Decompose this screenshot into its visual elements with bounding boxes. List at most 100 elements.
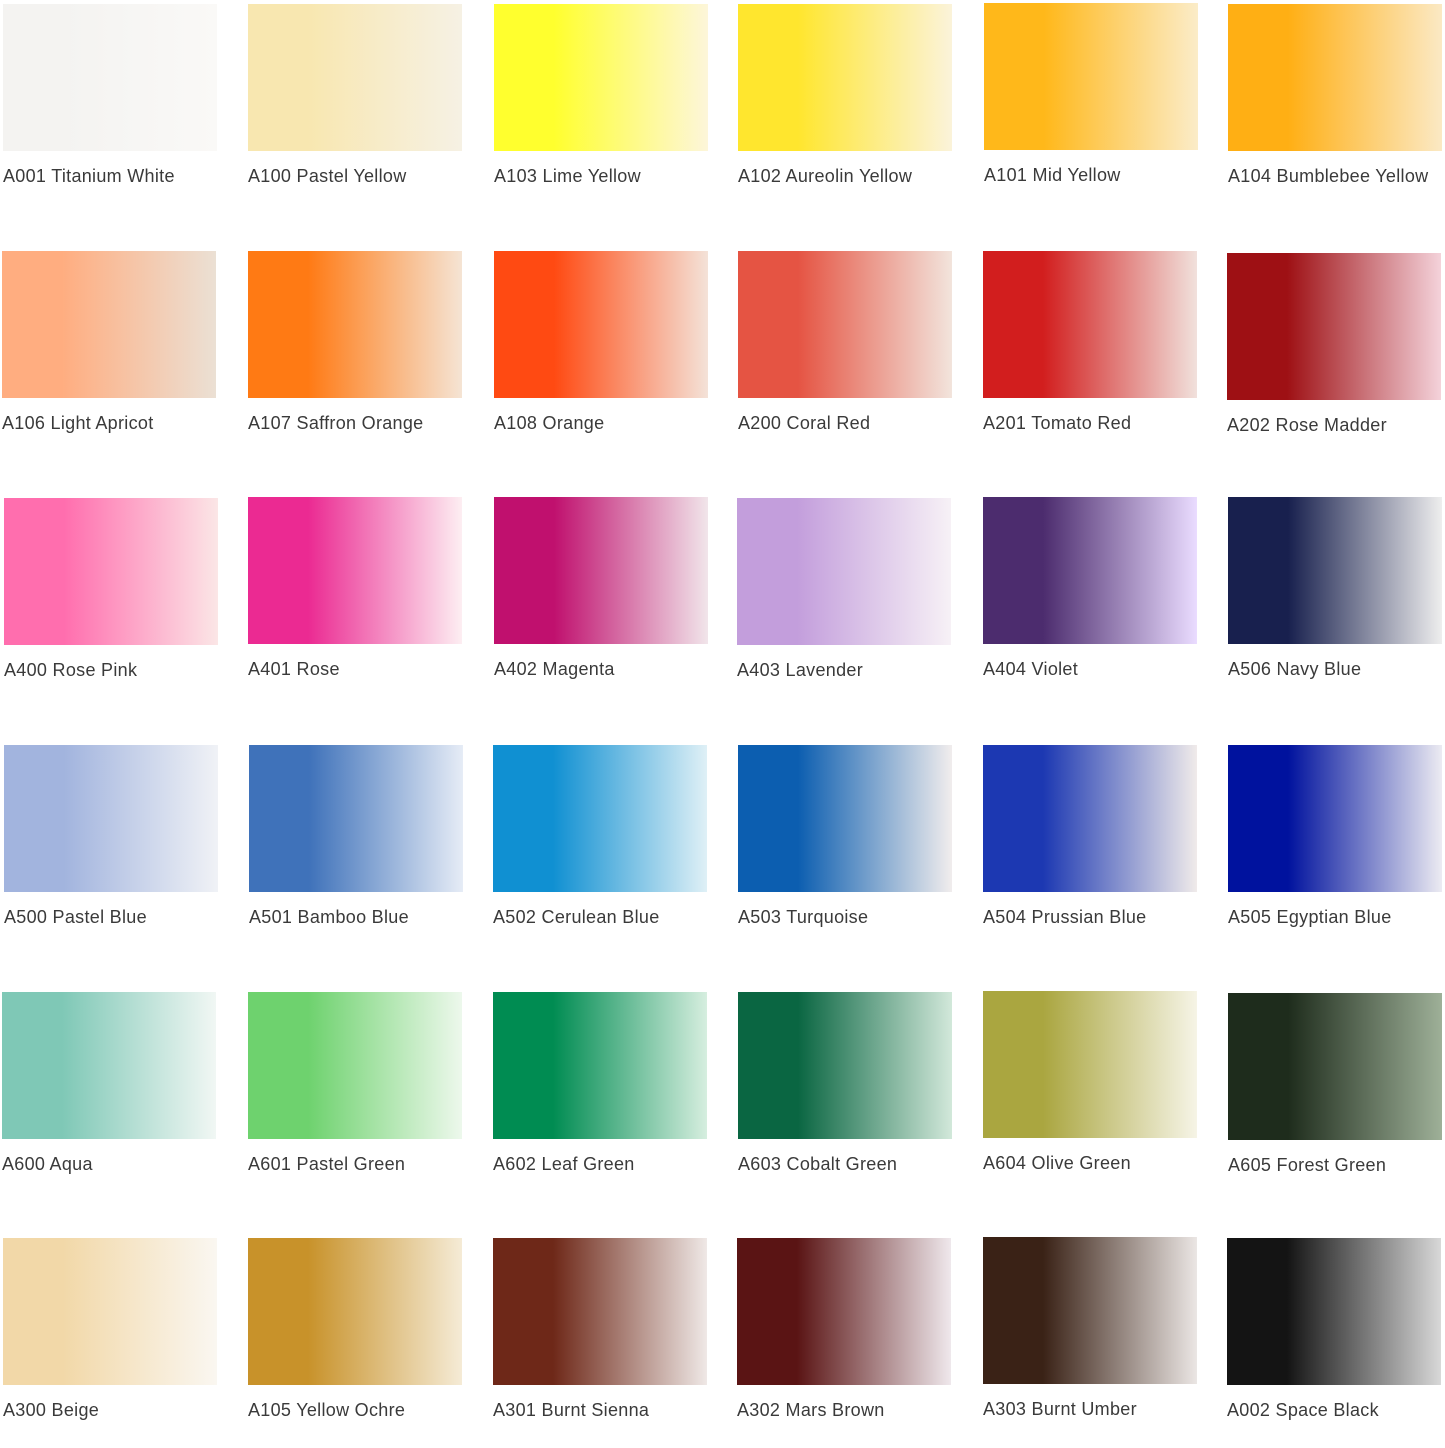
- swatch-label: A103 Lime Yellow: [494, 166, 641, 186]
- swatch-label: A201 Tomato Red: [983, 413, 1132, 433]
- swatch-label: A202 Rose Madder: [1227, 415, 1387, 435]
- swatch: A601 Pastel Green: [248, 992, 464, 1202]
- swatch: A505 Egyptian Blue: [1228, 745, 1444, 955]
- swatch-color: [248, 497, 462, 644]
- swatch: A105 Yellow Ochre: [248, 1238, 464, 1448]
- swatch-label: A600 Aqua: [2, 1154, 93, 1174]
- swatch: A501 Bamboo Blue: [249, 745, 465, 955]
- swatch: A301 Burnt Sienna: [493, 1238, 709, 1448]
- swatch: A605 Forest Green: [1228, 993, 1444, 1203]
- swatch-color: [3, 1238, 217, 1385]
- swatch: A202 Rose Madder: [1227, 253, 1443, 463]
- swatch-label: A400 Rose Pink: [4, 660, 138, 680]
- swatch-label: A505 Egyptian Blue: [1228, 907, 1392, 927]
- color-swatch-grid: A001 Titanium White A100 Pastel Yellow A…: [0, 0, 1445, 1424]
- swatch-label: A404 Violet: [983, 659, 1079, 679]
- swatch: A402 Magenta: [494, 497, 710, 707]
- swatch-color: [494, 497, 708, 644]
- swatch-color: [1228, 4, 1442, 151]
- swatch-color: [1228, 497, 1442, 644]
- swatch-color: [983, 745, 1197, 892]
- swatch-color: [248, 992, 462, 1139]
- swatch-color: [493, 745, 707, 892]
- swatch: A604 Olive Green: [983, 991, 1199, 1201]
- swatch-color: [4, 745, 218, 892]
- swatch-label: A300 Beige: [3, 1400, 100, 1420]
- swatch-color: [737, 1238, 951, 1385]
- swatch-label: A105 Yellow Ochre: [248, 1400, 406, 1420]
- swatch-label: A402 Magenta: [494, 659, 615, 679]
- swatch-label: A604 Olive Green: [983, 1153, 1131, 1173]
- swatch-color: [983, 497, 1197, 644]
- swatch-label: A602 Leaf Green: [493, 1154, 635, 1174]
- swatch-label: A501 Bamboo Blue: [249, 907, 409, 927]
- swatch: A502 Cerulean Blue: [493, 745, 709, 955]
- swatch: A100 Pastel Yellow: [248, 4, 464, 214]
- swatch-label: A108 Orange: [494, 413, 605, 433]
- swatch-color: [983, 991, 1197, 1138]
- swatch-color: [1227, 1238, 1441, 1385]
- swatch-label: A301 Burnt Sienna: [493, 1400, 650, 1420]
- swatch: A101 Mid Yellow: [984, 3, 1200, 213]
- swatch-label: A107 Saffron Orange: [248, 413, 424, 433]
- swatch-label: A504 Prussian Blue: [983, 907, 1147, 927]
- swatch-color: [248, 4, 462, 151]
- swatch-color: [3, 4, 217, 151]
- swatch-label: A403 Lavender: [737, 660, 863, 680]
- swatch-color: [2, 992, 216, 1139]
- swatch: A400 Rose Pink: [4, 498, 220, 708]
- swatch: A300 Beige: [3, 1238, 219, 1448]
- swatch-label: A601 Pastel Green: [248, 1154, 406, 1174]
- swatch-label: A506 Navy Blue: [1228, 659, 1362, 679]
- swatch-color: [984, 3, 1198, 150]
- swatch-label: A500 Pastel Blue: [4, 907, 147, 927]
- swatch: A200 Coral Red: [738, 251, 954, 461]
- swatch: A106 Light Apricot: [2, 251, 218, 461]
- swatch-color: [4, 498, 218, 645]
- swatch-label: A101 Mid Yellow: [984, 165, 1121, 185]
- swatch: A001 Titanium White: [3, 4, 219, 214]
- swatch-color: [1228, 993, 1442, 1140]
- swatch: A103 Lime Yellow: [494, 4, 710, 214]
- swatch-label: A001 Titanium White: [3, 166, 175, 186]
- swatch: A503 Turquoise: [738, 745, 954, 955]
- swatch: A603 Cobalt Green: [738, 992, 954, 1202]
- swatch-color: [738, 992, 952, 1139]
- swatch-label: A002 Space Black: [1227, 1400, 1379, 1420]
- swatch-color: [738, 4, 952, 151]
- swatch-color: [1228, 745, 1442, 892]
- swatch-label: A302 Mars Brown: [737, 1400, 885, 1420]
- swatch-label: A503 Turquoise: [738, 907, 869, 927]
- swatch-color: [738, 251, 952, 398]
- swatch: A102 Aureolin Yellow: [738, 4, 954, 214]
- swatch: A404 Violet: [983, 497, 1199, 707]
- swatch: A506 Navy Blue: [1228, 497, 1444, 707]
- swatch-color: [983, 1237, 1197, 1384]
- swatch: A107 Saffron Orange: [248, 251, 464, 461]
- swatch-color: [493, 992, 707, 1139]
- swatch-label: A605 Forest Green: [1228, 1155, 1387, 1175]
- swatch-color: [493, 1238, 707, 1385]
- swatch-color: [738, 745, 952, 892]
- swatch-label: A401 Rose: [248, 659, 340, 679]
- swatch: A104 Bumblebee Yellow: [1228, 4, 1444, 214]
- swatch-label: A106 Light Apricot: [2, 413, 154, 433]
- swatch-label: A603 Cobalt Green: [738, 1154, 898, 1174]
- swatch-color: [2, 251, 216, 398]
- swatch-color: [248, 251, 462, 398]
- swatch: A401 Rose: [248, 497, 464, 707]
- swatch: A302 Mars Brown: [737, 1238, 953, 1448]
- swatch-label: A303 Burnt Umber: [983, 1399, 1137, 1419]
- swatch-color: [737, 498, 951, 645]
- swatch: A600 Aqua: [2, 992, 218, 1202]
- swatch-label: A200 Coral Red: [738, 413, 871, 433]
- swatch: A108 Orange: [494, 251, 710, 461]
- swatch: A504 Prussian Blue: [983, 745, 1199, 955]
- swatch: A201 Tomato Red: [983, 251, 1199, 461]
- swatch: A303 Burnt Umber: [983, 1237, 1199, 1447]
- swatch-label: A104 Bumblebee Yellow: [1228, 166, 1429, 186]
- swatch: A500 Pastel Blue: [4, 745, 220, 955]
- swatch: A403 Lavender: [737, 498, 953, 708]
- swatch-color: [494, 251, 708, 398]
- swatch-color: [494, 4, 708, 151]
